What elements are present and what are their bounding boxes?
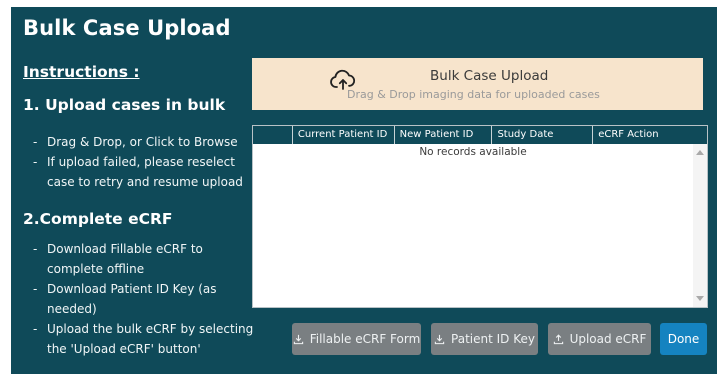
bulk-upload-dropzone[interactable]: Bulk Case Upload Drag & Drop imaging dat… (252, 58, 703, 110)
dropzone-title: Bulk Case Upload (430, 68, 549, 84)
download-icon (293, 334, 303, 344)
step1-title: 1. Upload cases in bulk (23, 96, 226, 114)
bullet-item: If upload failed, please reselect case t… (33, 152, 261, 192)
upload-icon (553, 333, 563, 344)
column-header-study-date[interactable]: Study Date (492, 126, 594, 144)
step2-title: 2.Complete eCRF (23, 210, 173, 228)
bullet-item: Download Fillable eCRF to complete offli… (33, 239, 261, 279)
grid-header-scroll-spacer (692, 126, 707, 144)
bullet-item: Drag & Drop, or Click to Browse (33, 132, 261, 152)
fillable-ecrf-form-button[interactable]: Fillable eCRF Form (292, 323, 421, 355)
patient-id-key-button[interactable]: Patient ID Key (431, 323, 538, 355)
column-header-current-patient-id[interactable]: Current Patient ID (293, 126, 395, 144)
grid-vertical-scrollbar[interactable] (693, 144, 707, 307)
done-label: Done (667, 332, 700, 346)
page-title: Bulk Case Upload (23, 16, 231, 40)
download-icon (434, 334, 445, 344)
column-header-new-patient-id[interactable]: New Patient ID (395, 126, 493, 144)
scroll-down-arrow-icon[interactable] (696, 296, 704, 301)
bullet-item: Upload the bulk eCRF by selecting the 'U… (33, 319, 261, 359)
dropzone-subtitle: Drag & Drop imaging data for uploaded ca… (347, 88, 600, 101)
instructions-heading: Instructions : (23, 63, 140, 81)
step2-bullets: Download Fillable eCRF to complete offli… (33, 239, 261, 359)
step1-bullets: Drag & Drop, or Click to Browse If uploa… (33, 132, 261, 192)
done-button[interactable]: Done (660, 323, 707, 355)
grid-select-column (253, 126, 293, 144)
grid-empty-message: No records available (419, 146, 527, 158)
grid-header: Current Patient ID New Patient ID Study … (253, 126, 693, 144)
bulk-upload-panel: Bulk Case Upload Instructions : 1. Uploa… (11, 7, 717, 374)
upload-ecrf-button[interactable]: Upload eCRF (548, 323, 651, 355)
upload-ecrf-label: Upload eCRF (569, 332, 647, 346)
bullet-item: Download Patient ID Key (as needed) (33, 279, 261, 319)
fillable-ecrf-form-label: Fillable eCRF Form (309, 332, 421, 346)
cases-grid: Current Patient ID New Patient ID Study … (252, 125, 708, 308)
patient-id-key-label: Patient ID Key (451, 332, 535, 346)
scroll-up-arrow-icon[interactable] (696, 150, 704, 155)
column-header-ecrf-action[interactable]: eCRF Action (593, 126, 693, 144)
